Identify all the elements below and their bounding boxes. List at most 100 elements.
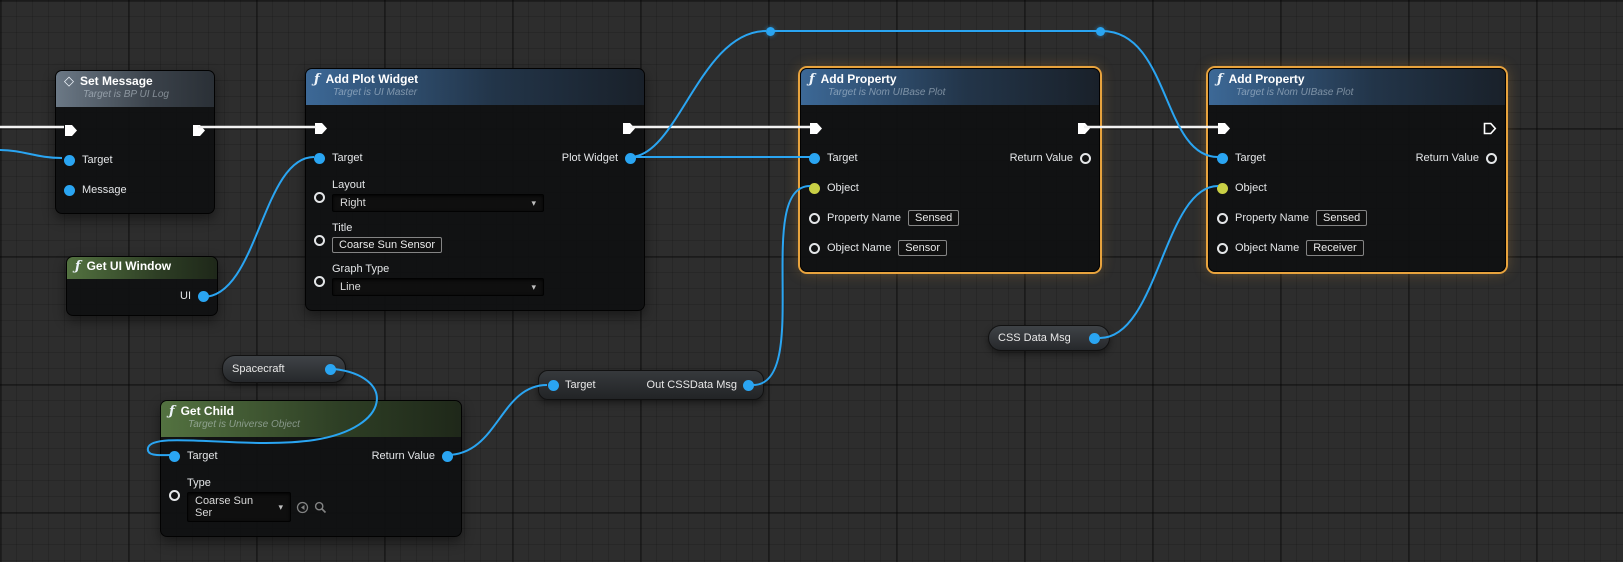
node-subtitle: Target is Nom UIBase Plot (1236, 87, 1497, 98)
data-wire (447, 385, 547, 455)
target-pin[interactable] (169, 451, 180, 462)
target-pin[interactable] (548, 380, 559, 391)
object-pin[interactable] (809, 183, 820, 194)
exec-out-pin[interactable] (1077, 122, 1091, 135)
param-label: Title (332, 222, 442, 234)
ui-pin[interactable] (198, 291, 209, 302)
data-wire (0, 150, 62, 158)
data-wire (1100, 186, 1218, 338)
chevron-down-icon: ▾ (531, 282, 536, 293)
exec-in-pin[interactable] (64, 124, 78, 137)
node-add-plot-widget[interactable]: ƒ Add Plot Widget Target is UI Master Ta… (305, 68, 645, 311)
target-pin[interactable] (809, 153, 820, 164)
use-selected-icon[interactable] (296, 501, 309, 514)
node-header[interactable]: ƒ Add Property Target is Nom UIBase Plot (801, 69, 1099, 105)
chevron-down-icon: ▾ (278, 502, 283, 513)
target-pin[interactable] (64, 155, 75, 166)
node-set-message[interactable]: ◇ Set Message Target is BP UI Log Target… (55, 70, 215, 214)
plot-widget-pin[interactable] (625, 153, 636, 164)
object-name-input[interactable]: Receiver (1306, 240, 1363, 256)
object-name-pin[interactable] (1217, 243, 1228, 254)
pin-label: Object (1235, 182, 1267, 194)
title-pin[interactable] (314, 235, 325, 246)
function-icon: ƒ (314, 73, 320, 86)
exec-in-pin[interactable] (314, 122, 328, 135)
exec-out-pin[interactable] (622, 122, 636, 135)
pin-label: Target (187, 450, 218, 462)
node-css-data-msg[interactable]: CSS Data Msg (988, 325, 1110, 351)
object-pin[interactable] (1217, 183, 1228, 194)
blueprint-canvas[interactable]: ◇ Set Message Target is BP UI Log Target… (0, 0, 1623, 562)
property-name-input[interactable]: Sensed (1316, 210, 1367, 226)
data-wire (1102, 31, 1218, 157)
node-subtitle: Target is Nom UIBase Plot (828, 87, 1091, 98)
type-pin[interactable] (169, 490, 180, 501)
node-get-child[interactable]: ƒ Get Child Target is Universe Object Ta… (160, 400, 462, 537)
node-header[interactable]: ƒ Get UI Window (67, 257, 217, 279)
data-wire (203, 157, 314, 297)
exec-in-pin[interactable] (1217, 122, 1231, 135)
exec-out-pin[interactable] (1483, 122, 1497, 135)
layout-dropdown[interactable]: Right ▾ (332, 194, 544, 212)
node-subtitle: Target is Universe Object (188, 419, 453, 430)
reroute-node[interactable] (766, 27, 775, 36)
pin-label: Return Value (1010, 152, 1073, 164)
return-value-pin[interactable] (1080, 153, 1091, 164)
out-cssdata-msg-pin[interactable] (743, 380, 754, 391)
object-name-pin[interactable] (809, 243, 820, 254)
pin-label: Property Name (827, 212, 901, 224)
message-pin[interactable] (64, 185, 75, 196)
node-subtitle: Target is BP UI Log (83, 89, 206, 100)
node-add-property-2[interactable]: ƒ Add Property Target is Nom UIBase Plot… (1208, 68, 1506, 272)
node-header[interactable]: ƒ Add Plot Widget Target is UI Master (306, 69, 644, 105)
function-icon: ƒ (169, 405, 175, 418)
param-label: Type (187, 477, 327, 489)
return-value-pin[interactable] (442, 451, 453, 462)
node-header[interactable]: ƒ Get Child Target is Universe Object (161, 401, 461, 437)
pin-label: Plot Widget (562, 152, 618, 164)
exec-out-pin[interactable] (192, 124, 206, 137)
pin-label: Target (565, 379, 596, 391)
title-input[interactable]: Coarse Sun Sensor (332, 237, 442, 253)
node-title: Set Message (80, 74, 153, 88)
exec-in-pin[interactable] (809, 122, 823, 135)
dropdown-value: Coarse Sun Ser (195, 495, 270, 519)
param-label: Layout (332, 179, 544, 191)
object-name-input[interactable]: Sensor (898, 240, 947, 256)
reroute-node[interactable] (1096, 27, 1105, 36)
pin-label: Message (82, 184, 127, 196)
node-title: Get UI Window (87, 259, 172, 273)
node-title: Add Property (821, 72, 897, 86)
node-add-property-1[interactable]: ƒ Add Property Target is Nom UIBase Plot… (800, 68, 1100, 272)
node-get-ui-window[interactable]: ƒ Get UI Window UI (66, 256, 218, 316)
node-header[interactable]: ƒ Add Property Target is Nom UIBase Plot (1209, 69, 1505, 105)
set-message-icon: ◇ (64, 75, 74, 88)
spacecraft-output-pin[interactable] (325, 364, 336, 375)
return-value-pin[interactable] (1486, 153, 1497, 164)
property-name-input[interactable]: Sensed (908, 210, 959, 226)
layout-pin[interactable] (314, 192, 325, 203)
property-name-pin[interactable] (809, 213, 820, 224)
dropdown-value: Line (340, 281, 361, 293)
data-wire (630, 31, 766, 157)
pin-label: Object Name (827, 242, 891, 254)
node-header[interactable]: ◇ Set Message Target is BP UI Log (56, 71, 214, 107)
chevron-down-icon: ▾ (531, 198, 536, 209)
pin-label: Target (827, 152, 858, 164)
node-spacecraft-variable[interactable]: Spacecraft (222, 355, 346, 383)
pin-label: Object Name (1235, 242, 1299, 254)
target-pin[interactable] (314, 153, 325, 164)
graph-type-pin[interactable] (314, 276, 325, 287)
pin-label: Return Value (1416, 152, 1479, 164)
css-data-msg-output-pin[interactable] (1089, 333, 1100, 344)
type-dropdown[interactable]: Coarse Sun Ser ▾ (187, 492, 291, 522)
pin-label: Out CSSData Msg (647, 379, 737, 391)
dropdown-value: Right (340, 197, 366, 209)
graph-type-dropdown[interactable]: Line ▾ (332, 278, 544, 296)
node-title: Add Plot Widget (326, 72, 419, 86)
browse-icon[interactable] (314, 501, 327, 514)
node-css-out[interactable]: Target Out CSSData Msg (538, 370, 764, 400)
property-name-pin[interactable] (1217, 213, 1228, 224)
target-pin[interactable] (1217, 153, 1228, 164)
variable-label: CSS Data Msg (998, 332, 1083, 344)
